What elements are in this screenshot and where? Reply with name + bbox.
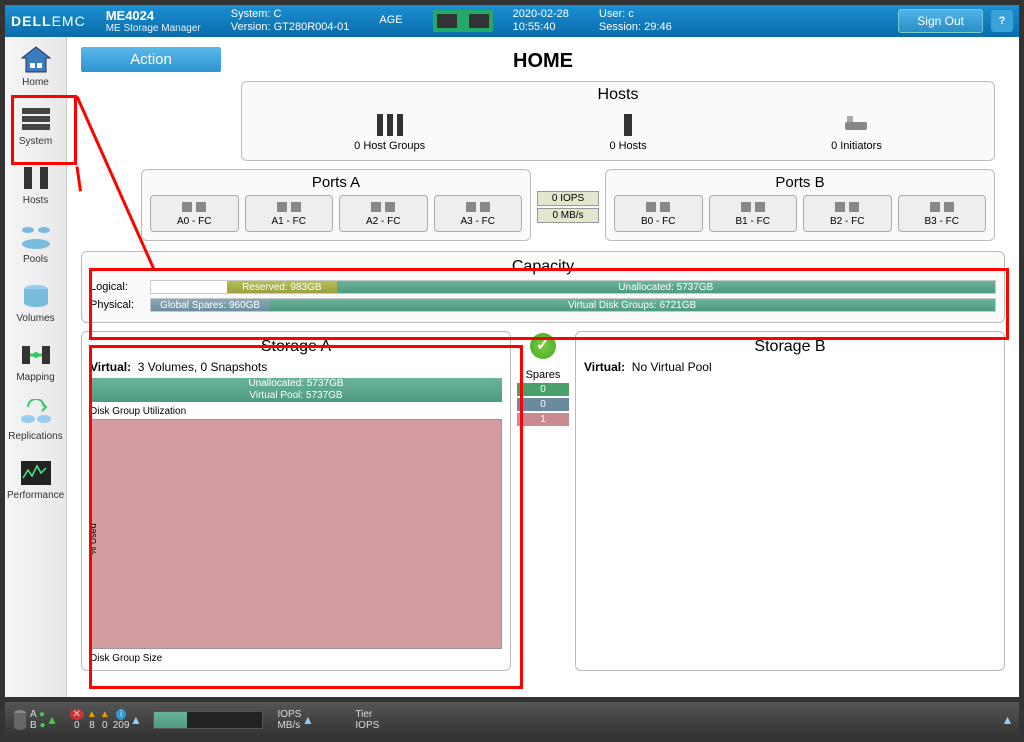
globalspares-seg: Global Spares: 960GB [151,299,269,311]
footer-controllers: A ● B ● ▴ [13,707,56,733]
mapping-icon [18,340,54,370]
footer-tier: Tier IOPS [355,709,379,731]
disk-icon [13,707,27,733]
host-groups[interactable]: 0 Host Groups [354,112,425,152]
storage-a-bar: Unallocated: 5737GB Virtual Pool: 5737GB [90,378,502,402]
footer-expand-3[interactable]: ▴ [304,711,311,728]
ports-a-panel: Ports A A0 - FC A1 - FC A2 - FC A3 - FC [141,169,531,241]
main-content: Action HOME Hosts 0 Host Groups 0 Hosts … [67,37,1019,697]
port-icon [275,200,303,214]
storage-b-panel: Storage B Virtual: No Virtual Pool [575,331,1005,671]
hosts-panel: Hosts 0 Host Groups 0 Hosts 0 Initiators [241,81,995,161]
spares-blue: 0 [517,398,569,411]
port-b0[interactable]: B0 - FC [614,195,703,232]
port-icon [369,200,397,214]
pools-icon [18,222,54,252]
nav-hosts[interactable]: Hosts [5,155,66,214]
logical-label: Logical: [90,281,150,293]
reserved-seg: Reserved: 983GB [227,281,337,293]
capacity-title: Capacity [90,258,996,276]
physical-label: Physical: [90,299,150,311]
nav-volumes[interactable]: Volumes [5,273,66,332]
brand-logo: DELLEMC [11,13,86,29]
header-bar: DELLEMC ME4024 ME Storage Manager System… [5,5,1019,37]
host-groups-icon [373,112,407,138]
storage-b-virtual: Virtual: No Virtual Pool [584,360,996,374]
logical-bar: Reserved: 983GB Unallocated: 5737GB [150,280,996,294]
ports-b-panel: Ports B B0 - FC B1 - FC B2 - FC B3 - FC [605,169,995,241]
footer-expand-1[interactable]: ▴ [49,711,56,728]
port-a2[interactable]: A2 - FC [339,195,428,232]
replications-icon [18,399,54,429]
nav-performance[interactable]: Performance [5,450,66,509]
chassis-icon [433,10,493,32]
datetime: 2020-02-28 10:55:40 [513,8,569,34]
home-icon [18,45,54,75]
vdg-seg: Virtual Disk Groups: 6721GB [269,299,995,311]
port-a0[interactable]: A0 - FC [150,195,239,232]
disk-group-util-title: Disk Group Utilization [90,406,502,417]
footer-expand-2[interactable]: ▴ [132,711,139,728]
chart-ylabel: % Used [88,523,98,555]
ports-b-title: Ports B [610,174,990,191]
status-check-icon [530,333,556,359]
nav-pools[interactable]: Pools [5,214,66,273]
help-button[interactable]: ? [991,10,1013,32]
system-icon [18,104,54,134]
port-a1[interactable]: A1 - FC [245,195,334,232]
disk-group-chart: % Used [90,419,502,649]
sidebar: Home System Hosts Pools Volumes Mapping … [5,37,67,697]
footer-collapse[interactable]: ▴ [1004,711,1011,728]
footer-alerts[interactable]: ✕0 ▲8 ▲0 i209 ▴ [70,709,140,731]
product-info: ME4024 ME Storage Manager [106,8,201,34]
port-b2[interactable]: B2 - FC [803,195,892,232]
user-info: User: c Session: 29:46 [599,8,672,34]
performance-icon [18,458,54,488]
system-info: System: C Version: GT280R004-01 [231,8,350,34]
nav-home[interactable]: Home [5,37,66,96]
port-icon [833,200,861,214]
initiators[interactable]: 0 Initiators [831,112,882,152]
chart-xlabel: Disk Group Size [90,653,502,664]
port-icon [464,200,492,214]
storage-a-virtual: Virtual: 3 Volumes, 0 Snapshots [90,360,502,374]
port-icon [928,200,956,214]
spares-red: 1 [517,413,569,426]
footer-bar: A ● B ● ▴ ✕0 ▲8 ▲0 i209 ▴ IOPS MB/s ▴ Ti… [5,702,1019,737]
storage-b-title: Storage B [584,338,996,356]
port-a3[interactable]: A3 - FC [434,195,523,232]
hosts-count[interactable]: 0 Hosts [609,112,646,152]
nav-replications[interactable]: Replications [5,391,66,450]
spares-col: Spares 0 0 1 [517,331,569,671]
port-b3[interactable]: B3 - FC [898,195,987,232]
hosts-icon [18,163,54,193]
nav-mapping[interactable]: Mapping [5,332,66,391]
port-b1[interactable]: B1 - FC [709,195,798,232]
page-title: HOME [81,50,1005,73]
ports-a-title: Ports A [146,174,526,191]
unallocated-seg: Unallocated: 5737GB [337,281,995,293]
physical-bar: Global Spares: 960GB Virtual Disk Groups… [150,298,996,312]
storage-a-panel: Storage A Virtual: 3 Volumes, 0 Snapshot… [81,331,511,671]
iops-value: 0 IOPS [537,191,599,206]
age-label: AGE [379,14,402,27]
footer-capacity-bar [153,711,263,729]
nav-system[interactable]: System [5,96,66,155]
port-icon [644,200,672,214]
host-icon [611,112,645,138]
hosts-title: Hosts [242,82,994,108]
volumes-icon [18,281,54,311]
spares-title: Spares [517,369,569,381]
capacity-panel: Capacity Logical: Reserved: 983GB Unallo… [81,251,1005,323]
initiator-icon [839,112,873,138]
sign-out-button[interactable]: Sign Out [898,9,983,33]
iops-box: 0 IOPS 0 MB/s [537,191,599,225]
storage-a-title: Storage A [90,338,502,356]
spares-green: 0 [517,383,569,396]
mbs-value: 0 MB/s [537,208,599,223]
port-icon [180,200,208,214]
footer-iops: IOPS MB/s ▴ [277,709,311,731]
port-icon [739,200,767,214]
